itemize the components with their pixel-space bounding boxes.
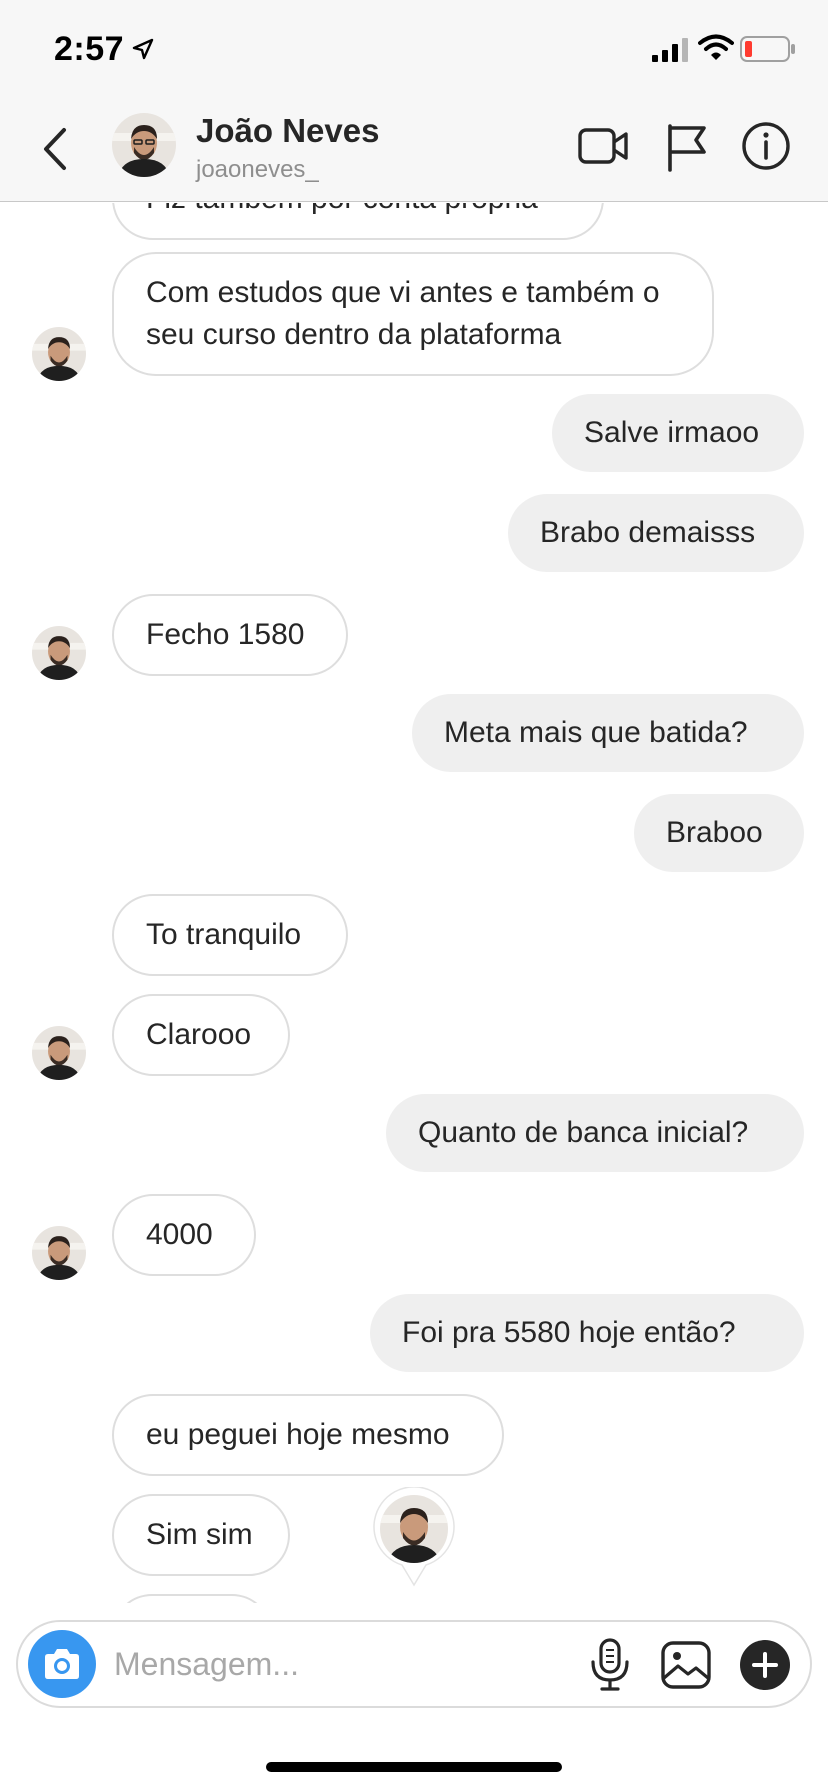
message-text: Meta mais que batida? xyxy=(444,716,748,749)
message-bubble-incoming[interactable]: Com estudos que vi antes e também o seu … xyxy=(112,252,714,376)
message-bubble-outgoing[interactable]: Salve irmaoo xyxy=(552,394,804,472)
message-bubble-outgoing[interactable]: Brabo demaisss xyxy=(508,494,804,572)
plus-icon xyxy=(752,1652,778,1678)
avatar-image xyxy=(32,1026,86,1080)
avatar-image xyxy=(112,113,176,177)
message-bubble-incoming[interactable]: Fecho 1580 xyxy=(112,594,348,676)
avatar-image xyxy=(32,1226,86,1280)
message-bubble-incoming[interactable]: Clarooo xyxy=(112,994,290,1076)
avatar-image xyxy=(32,626,86,680)
header-avatar[interactable] xyxy=(112,113,176,177)
status-time: 2:57 xyxy=(54,30,125,68)
contact-name[interactable]: João Neves xyxy=(196,112,379,150)
info-icon[interactable] xyxy=(740,120,792,172)
battery-low-icon xyxy=(740,36,795,62)
message-text: Quanto de banca inicial? xyxy=(418,1116,749,1149)
video-call-icon[interactable] xyxy=(578,124,630,170)
wifi-icon xyxy=(698,34,734,60)
contact-username[interactable]: joaoneves_ xyxy=(196,156,319,184)
message-bubble-incoming[interactable]: Sim sim xyxy=(112,1494,290,1576)
chat-header: João Neves joaoneves_ xyxy=(0,96,828,202)
message-text: Fiz também por conta própria xyxy=(146,203,538,215)
avatar-image xyxy=(32,327,86,381)
message-text: Salve irmaoo xyxy=(584,416,760,449)
message-bubble-outgoing[interactable]: Braboo xyxy=(634,794,804,872)
message-bubble-outgoing[interactable]: Meta mais que batida? xyxy=(412,694,804,772)
message-input[interactable] xyxy=(114,1642,494,1686)
status-bar: 2:57 xyxy=(0,0,828,96)
home-indicator[interactable] xyxy=(266,1762,562,1772)
message-text: Braboo xyxy=(666,816,763,849)
message-text: To tranquilo xyxy=(146,918,302,951)
message-text: eu peguei hoje mesmo xyxy=(146,1418,450,1451)
message-text: Clarooo xyxy=(146,1018,252,1051)
cellular-signal-icon xyxy=(652,38,688,62)
message-text: Com estudos que vi antes e também o seu … xyxy=(146,276,660,351)
gallery-icon[interactable] xyxy=(660,1640,712,1690)
microphone-icon[interactable] xyxy=(588,1638,632,1692)
message-bubble-incoming[interactable]: 4000 xyxy=(112,1194,256,1276)
message-bubble-incoming[interactable]: To tranquilo xyxy=(112,894,348,976)
message-bubble-incoming[interactable]: eu peguei hoje mesmo xyxy=(112,1394,504,1476)
sender-avatar[interactable] xyxy=(32,1026,86,1080)
message-bubble-incoming[interactable]: Fiz também por conta própria xyxy=(112,203,604,240)
message-text: Fecho 1580 xyxy=(146,618,305,651)
seen-avatar-pin xyxy=(373,1487,455,1587)
sender-avatar[interactable] xyxy=(32,327,86,381)
message-text: Sim sim xyxy=(146,1518,253,1551)
camera-button[interactable] xyxy=(28,1630,96,1698)
more-options-button[interactable] xyxy=(740,1640,790,1690)
message-bubble-outgoing[interactable]: Quanto de banca inicial? xyxy=(386,1094,804,1172)
sender-avatar[interactable] xyxy=(32,1226,86,1280)
location-arrow-icon xyxy=(132,38,154,60)
message-composer xyxy=(16,1620,812,1708)
sender-avatar[interactable] xyxy=(32,626,86,680)
camera-icon xyxy=(45,1649,79,1679)
message-text: Brabo demaisss xyxy=(540,516,756,549)
message-thread[interactable]: Fiz também por conta própria Com estudos… xyxy=(0,203,828,1603)
back-chevron-icon[interactable] xyxy=(36,124,76,174)
message-bubble-incoming-partial[interactable] xyxy=(112,1594,272,1603)
message-text: 4000 xyxy=(146,1218,213,1251)
flag-icon[interactable] xyxy=(664,122,710,172)
message-bubble-outgoing[interactable]: Foi pra 5580 hoje então? xyxy=(370,1294,804,1372)
message-text: Foi pra 5580 hoje então? xyxy=(402,1316,736,1349)
